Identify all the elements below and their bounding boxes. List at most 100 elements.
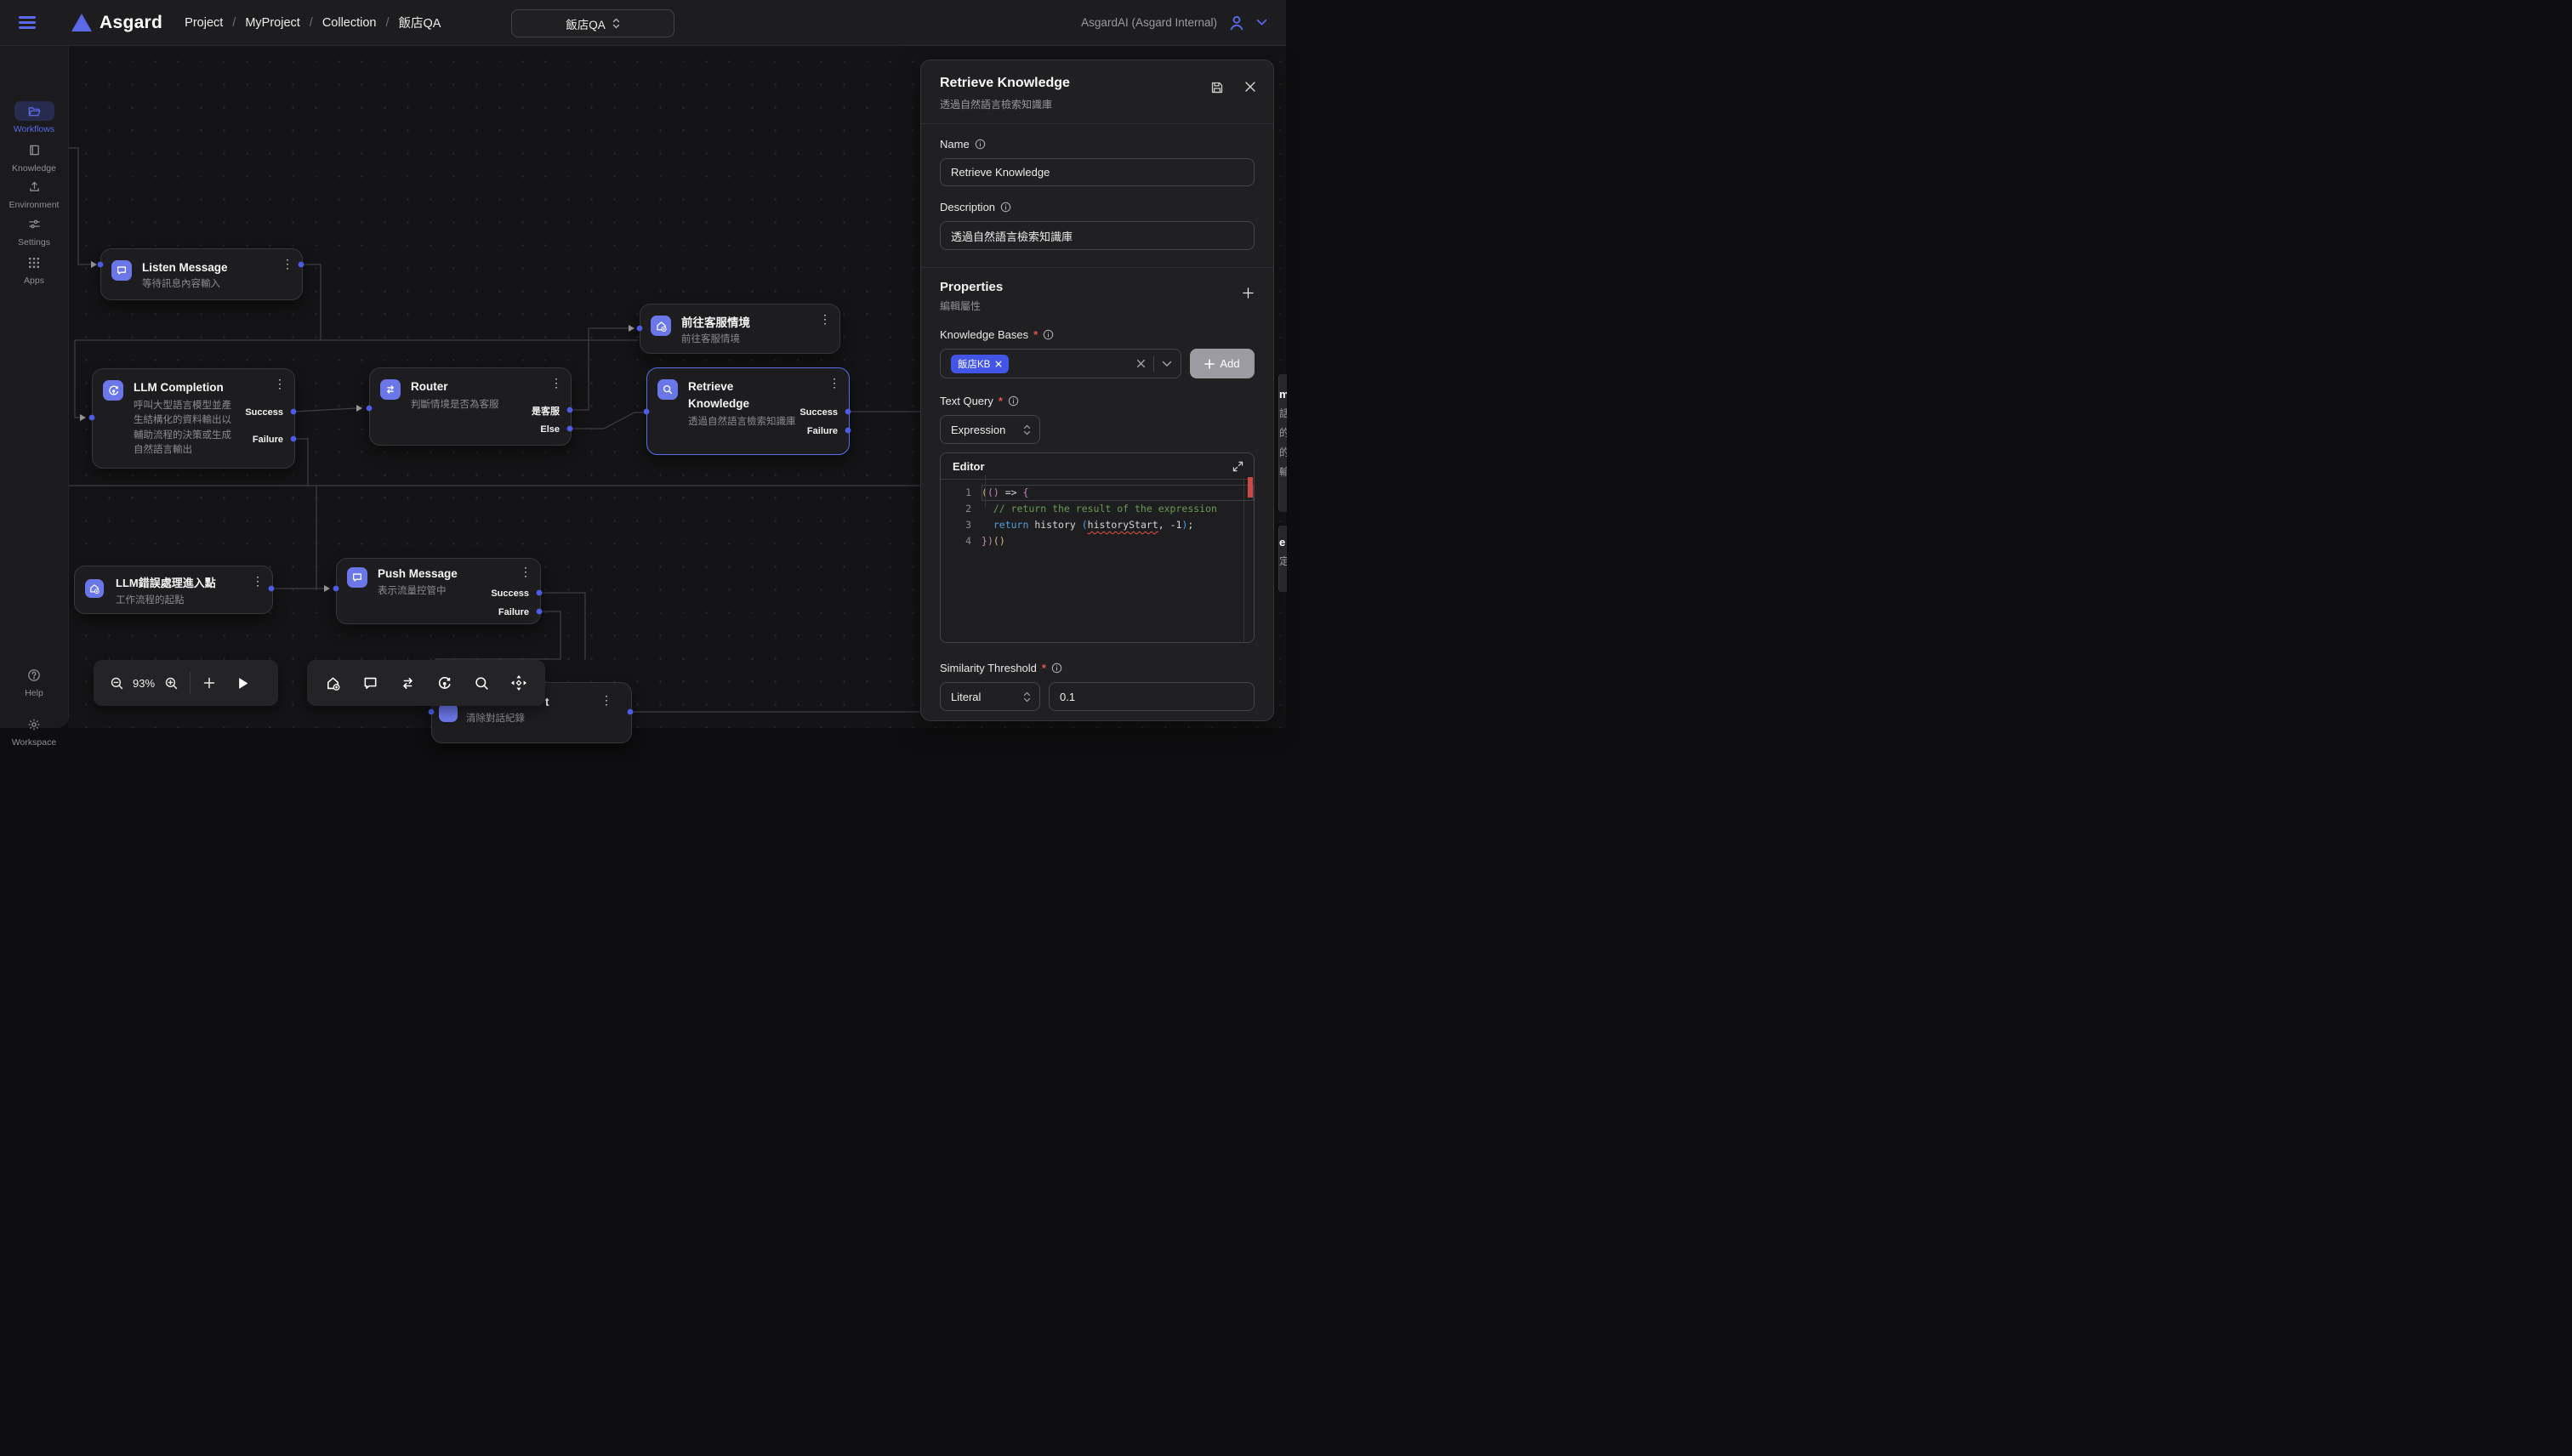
workflow-select[interactable]: 飯店QA [511, 9, 674, 37]
node-retrieve-knowledge[interactable]: Retrieve Knowledge 透過自然語言檢索知識庫 ⋮ Success… [646, 367, 850, 455]
name-value: Retrieve Knowledge [951, 166, 1050, 179]
clear-selection-icon[interactable] [1136, 359, 1146, 368]
clipped-tooltip-top: m 話 的 的 輸 [1278, 374, 1287, 512]
sidebar-item-knowledge[interactable]: Knowledge [0, 140, 68, 173]
output-label-failure[interactable]: Failure [498, 607, 529, 617]
breadcrumb-separator: / [232, 16, 236, 30]
similarity-mode-value: Literal [951, 691, 981, 703]
node-menu-icon[interactable]: ⋮ [520, 565, 532, 579]
output-label-failure[interactable]: Failure [253, 435, 283, 445]
kb-add-button[interactable]: Add [1190, 349, 1255, 378]
palette-message-icon[interactable] [359, 670, 381, 696]
sidebar-item-environment[interactable]: Environment [0, 177, 68, 210]
description-value: 透過自然語言檢索知識庫 [951, 228, 1073, 244]
node-listen-message[interactable]: Listen Message 等待訊息內容輸入 ⋮ [100, 248, 303, 300]
name-input[interactable]: Retrieve Knowledge [940, 158, 1255, 186]
plus-icon [1204, 359, 1215, 369]
sidebar-label: Apps [24, 276, 44, 286]
node-menu-icon[interactable]: ⋮ [819, 312, 831, 327]
node-goto-cs[interactable]: 前往客服情境 前往客服情境 ⋮ [640, 304, 840, 354]
node-llm-completion[interactable]: LLM Completion 呼叫大型語言模型並產生結構化的資料輸出以輔助流程的… [92, 368, 295, 469]
zoom-out-button[interactable] [105, 670, 128, 696]
sidebar-item-settings[interactable]: Settings [0, 214, 68, 247]
expand-icon[interactable] [1232, 461, 1243, 472]
panel-subtitle: 透過自然語言檢索知識庫 [940, 97, 1255, 111]
info-icon[interactable] [1000, 202, 1011, 213]
sidebar-item-workspace[interactable]: Workspace [0, 714, 68, 748]
similarity-value-input[interactable]: 0.1 [1049, 682, 1255, 711]
output-label-else[interactable]: Else [540, 424, 560, 435]
required-marker: * [1042, 662, 1046, 674]
code-line[interactable]: 4})() [941, 533, 1254, 549]
chat-bubble-icon [111, 260, 132, 281]
goto-scene-icon [651, 316, 671, 336]
clipped-tooltip-bottom: e 定 [1278, 526, 1287, 592]
code-line[interactable]: 1(() => { [941, 485, 1254, 501]
info-icon[interactable] [1043, 329, 1054, 340]
node-push-message[interactable]: Push Message 表示流量控管中 ⋮ Success Failure [336, 558, 541, 624]
output-label-success[interactable]: Success [799, 407, 838, 418]
menu-icon[interactable] [19, 16, 36, 29]
zoom-level: 93% [128, 677, 160, 690]
palette-move-icon[interactable] [508, 670, 530, 696]
save-icon[interactable] [1210, 81, 1224, 94]
description-input[interactable]: 透過自然語言檢索知識庫 [940, 221, 1255, 250]
editor-label: Editor [953, 460, 985, 473]
node-title: Push Message [378, 566, 458, 583]
sidebar-label: Workflows [14, 124, 54, 134]
chip-remove-icon[interactable] [995, 361, 1002, 367]
zoom-in-button[interactable] [160, 670, 182, 696]
sliders-icon [14, 214, 54, 234]
sort-chevrons-icon [612, 18, 620, 29]
breadcrumb: Project / MyProject / Collection / 飯店QA [185, 14, 441, 31]
sidebar-item-help[interactable]: Help [0, 665, 68, 698]
node-llm-error-entry[interactable]: LLM錯誤處理進入點 工作流程的起點 ⋮ [74, 566, 273, 614]
run-button[interactable] [232, 670, 254, 696]
info-icon[interactable] [975, 139, 986, 150]
expression-editor[interactable]: Editor 1(() => {2 // return the result o… [940, 452, 1255, 643]
palette-llm-icon[interactable] [434, 670, 456, 696]
node-router[interactable]: Router 判斷情境是否為客服 ⋮ 是客服 Else [369, 367, 572, 446]
palette-search-icon[interactable] [471, 670, 493, 696]
palette-goto-icon[interactable] [322, 670, 344, 696]
editor-scrollbar[interactable] [1243, 480, 1244, 642]
add-property-icon[interactable] [1242, 287, 1255, 299]
node-menu-icon[interactable]: ⋮ [550, 376, 562, 390]
add-node-button[interactable] [198, 670, 220, 696]
node-menu-icon[interactable]: ⋮ [274, 377, 286, 391]
chevron-down-icon[interactable] [1256, 17, 1267, 28]
node-title: t [545, 694, 549, 711]
palette-router-icon[interactable] [396, 670, 418, 696]
indent-guide [985, 475, 986, 507]
info-icon[interactable] [1008, 395, 1019, 407]
code-line[interactable]: 3 return history (historyStart, -1); [941, 517, 1254, 533]
output-label-failure[interactable]: Failure [807, 426, 838, 436]
panel-title: Retrieve Knowledge [940, 76, 1255, 91]
output-label-success[interactable]: Success [491, 589, 529, 599]
close-icon[interactable] [1244, 81, 1256, 93]
output-label-success[interactable]: Success [245, 407, 283, 418]
node-menu-icon[interactable]: ⋮ [828, 376, 840, 390]
kb-chip[interactable]: 飯店KB [951, 355, 1009, 373]
code-line[interactable]: 2 // return the result of the expression [941, 501, 1254, 517]
properties-title: Properties [940, 280, 1003, 294]
zoom-toolbar: 93% [94, 660, 278, 706]
node-menu-icon[interactable]: ⋮ [600, 693, 612, 708]
node-title: Listen Message [142, 259, 228, 276]
similarity-mode-select[interactable]: Literal [940, 682, 1040, 711]
info-icon[interactable] [1051, 663, 1062, 674]
user-icon[interactable] [1228, 14, 1245, 31]
breadcrumb-collection[interactable]: Collection [322, 16, 377, 30]
node-menu-icon[interactable]: ⋮ [252, 574, 264, 589]
chevron-down-icon[interactable] [1162, 361, 1172, 367]
code-area[interactable]: 1(() => {2 // return the result of the e… [941, 480, 1254, 549]
breadcrumb-current[interactable]: 飯店QA [399, 14, 441, 31]
node-menu-icon[interactable]: ⋮ [282, 257, 293, 271]
output-label-is-cs[interactable]: 是客服 [532, 404, 560, 418]
sidebar-item-workflows[interactable]: Workflows [0, 101, 68, 134]
breadcrumb-myproject[interactable]: MyProject [245, 16, 299, 30]
breadcrumb-project[interactable]: Project [185, 16, 223, 30]
sidebar-item-apps[interactable]: Apps [0, 253, 68, 286]
text-query-mode-select[interactable]: Expression [940, 415, 1040, 444]
kb-multiselect[interactable]: 飯店KB [940, 349, 1181, 378]
